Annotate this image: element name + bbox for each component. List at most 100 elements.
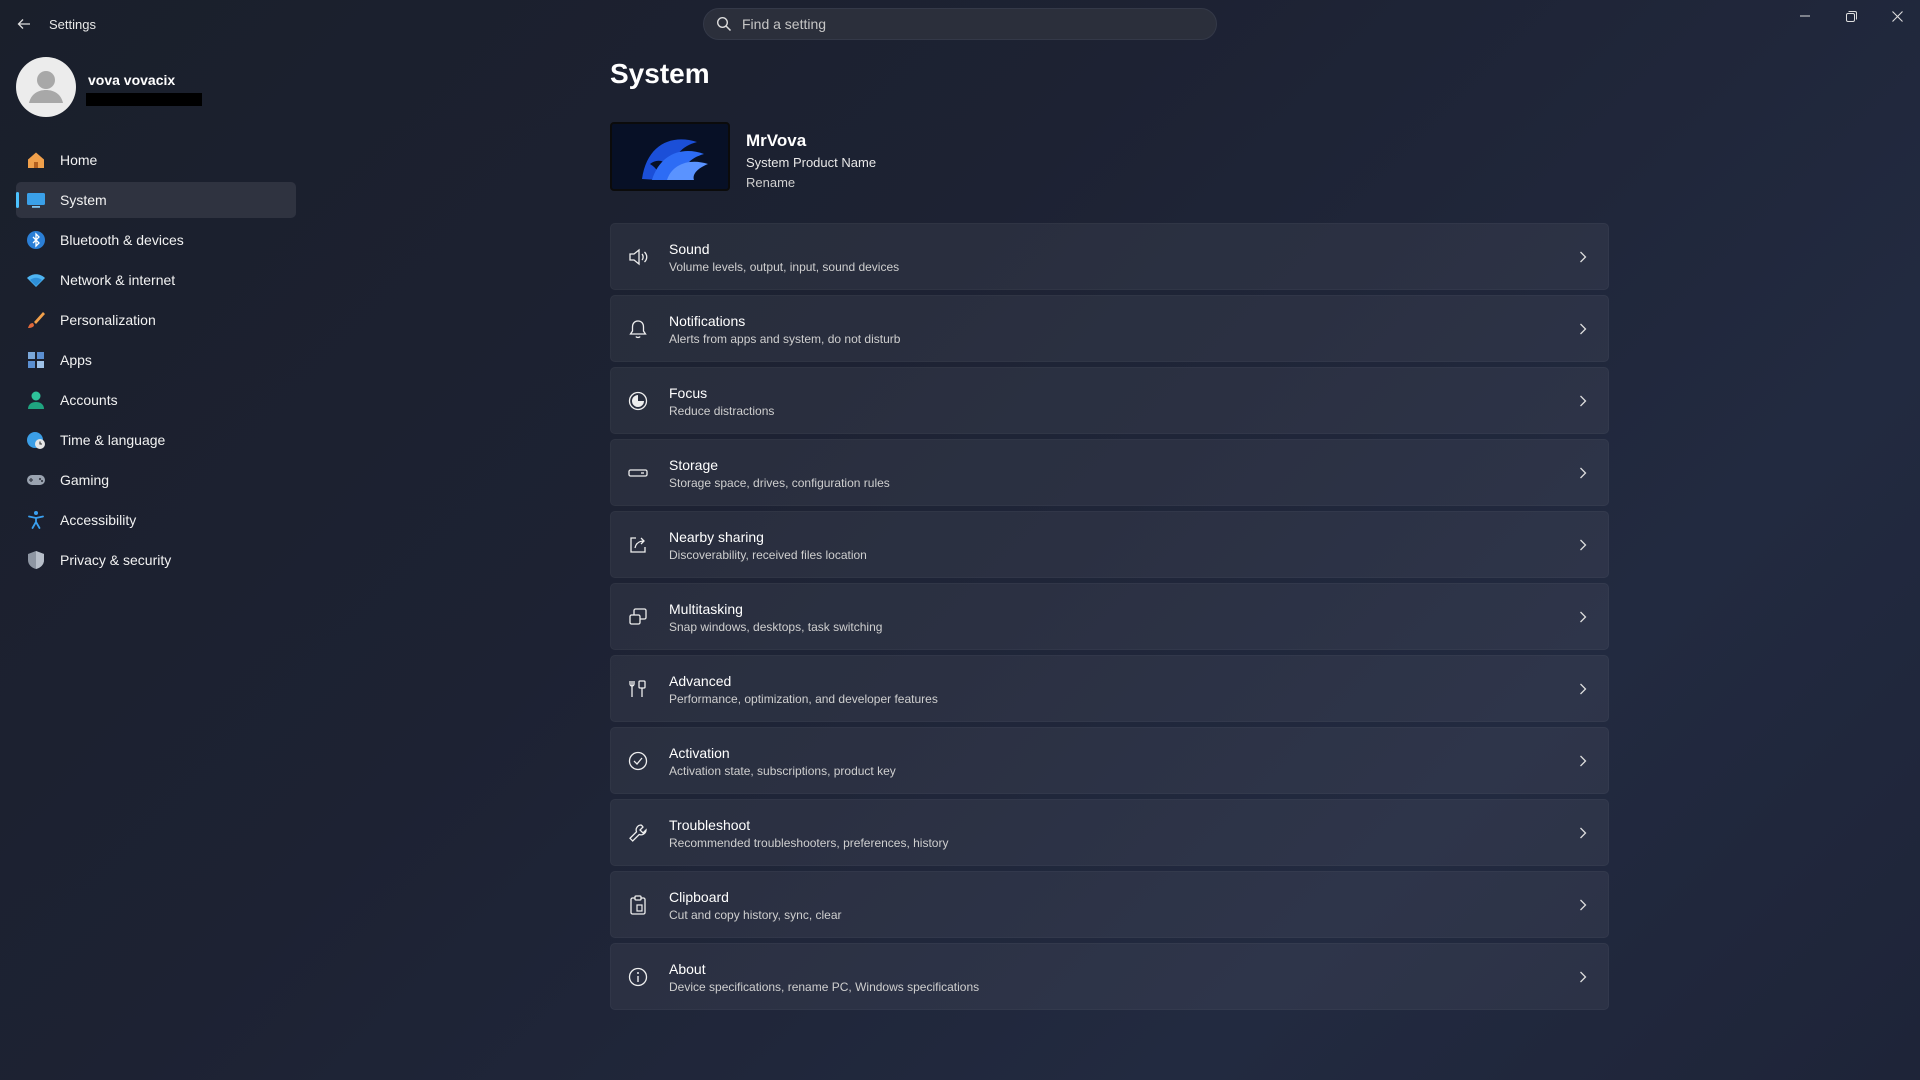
sidebar: Home System Bluetooth & devices Network … [16,142,296,582]
sidebar-item-label: Home [60,152,98,168]
minimize-button[interactable] [1782,0,1828,32]
chevron-right-icon [1576,250,1590,264]
settings-card-focus[interactable]: Focus Reduce distractions [610,367,1609,434]
search-input[interactable] [742,16,1182,32]
chevron-right-icon [1576,754,1590,768]
chevron-right-icon [1576,610,1590,624]
close-button[interactable] [1874,0,1920,32]
sidebar-item-apps[interactable]: Apps [16,342,296,378]
card-subtitle: Storage space, drives, configuration rul… [669,476,890,490]
sidebar-item-label: Privacy & security [60,552,172,568]
sidebar-item-accounts[interactable]: Accounts [16,382,296,418]
card-title: Troubleshoot [669,817,751,833]
chevron-right-icon [1576,466,1590,480]
sidebar-item-label: Personalization [60,312,156,328]
settings-card-clipboard[interactable]: Clipboard Cut and copy history, sync, cl… [610,871,1609,938]
card-subtitle: Discoverability, received files location [669,548,867,562]
home-icon [26,150,46,170]
card-title: About [669,961,706,977]
apps-icon [26,350,46,370]
drive-icon [627,462,649,484]
card-subtitle: Performance, optimization, and developer… [669,692,938,706]
settings-card-troubleshoot[interactable]: Troubleshoot Recommended troubleshooters… [610,799,1609,866]
sidebar-item-personalization[interactable]: Personalization [16,302,296,338]
sidebar-item-label: Gaming [60,472,110,488]
minimize-icon [1800,15,1810,17]
sidebar-item-label: System [60,192,107,208]
user-avatar-icon [29,71,63,103]
sidebar-item-bluetooth[interactable]: Bluetooth & devices [16,222,296,258]
card-subtitle: Volume levels, output, input, sound devi… [669,260,900,274]
chevron-right-icon [1576,970,1590,984]
sidebar-item-time-language[interactable]: Time & language [16,422,296,458]
settings-card-about[interactable]: About Device specifications, rename PC, … [610,943,1609,1010]
device-wallpaper-thumbnail [610,122,730,191]
card-subtitle: Alerts from apps and system, do not dist… [669,332,901,346]
back-button[interactable] [12,12,36,36]
bluetooth-icon [26,230,46,250]
restore-button[interactable] [1828,0,1874,32]
shield-icon [26,550,46,570]
share-icon [627,534,649,556]
sidebar-item-system[interactable]: System [16,182,296,218]
gamepad-icon [26,470,46,490]
sidebar-item-privacy-security[interactable]: Privacy & security [16,542,296,578]
focus-icon [627,390,649,412]
chevron-right-icon [1576,538,1590,552]
title-bar: Settings [0,0,1920,48]
chevron-right-icon [1576,826,1590,840]
back-arrow-icon [17,19,30,29]
settings-card-multitasking[interactable]: Multitasking Snap windows, desktops, tas… [610,583,1609,650]
redacted-email [86,93,202,106]
sidebar-item-accessibility[interactable]: Accessibility [16,502,296,538]
card-subtitle: Activation state, subscriptions, product… [669,764,896,778]
card-subtitle: Device specifications, rename PC, Window… [669,980,980,994]
search-box[interactable] [703,8,1217,40]
settings-card-sound[interactable]: Sound Volume levels, output, input, soun… [610,223,1609,290]
settings-card-storage[interactable]: Storage Storage space, drives, configura… [610,439,1609,506]
device-name: MrVova [746,131,807,150]
card-title: Storage [669,457,719,473]
sidebar-item-gaming[interactable]: Gaming [16,462,296,498]
brush-icon [26,310,46,330]
wrench-icon [627,822,649,844]
rename-link[interactable]: Rename [746,175,795,190]
card-subtitle: Recommended troubleshooters, preferences… [669,836,949,850]
clipboard-icon [627,894,649,916]
card-subtitle: Snap windows, desktops, task switching [669,620,883,634]
sidebar-item-home[interactable]: Home [16,142,296,178]
search-icon [716,16,732,32]
card-title: Activation [669,745,730,761]
chevron-right-icon [1576,394,1590,408]
restore-icon [1845,10,1857,22]
device-product-name: System Product Name [746,155,877,170]
card-title: Advanced [669,673,732,689]
sidebar-item-label: Accounts [60,392,118,408]
sidebar-item-label: Time & language [60,432,166,448]
sidebar-item-network[interactable]: Network & internet [16,262,296,298]
multitask-icon [627,606,649,628]
card-title: Notifications [669,313,746,329]
chevron-right-icon [1576,322,1590,336]
avatar[interactable] [16,57,76,117]
settings-list: Sound Volume levels, output, input, soun… [610,223,1609,1015]
sidebar-item-label: Bluetooth & devices [60,232,184,248]
card-subtitle: Cut and copy history, sync, clear [669,908,842,922]
app-title: Settings [49,17,96,32]
card-title: Focus [669,385,708,401]
sidebar-item-label: Accessibility [60,512,137,528]
settings-card-activation[interactable]: Activation Activation state, subscriptio… [610,727,1609,794]
tools-icon [627,678,649,700]
info-icon [627,966,649,988]
page-title: System [610,58,710,89]
card-title: Multitasking [669,601,743,617]
settings-card-nearby-sharing[interactable]: Nearby sharing Discoverability, received… [610,511,1609,578]
bell-icon [627,318,649,340]
chevron-right-icon [1576,682,1590,696]
profile-name: vova vovacix [88,72,176,88]
card-subtitle: Reduce distractions [669,404,775,418]
settings-card-advanced[interactable]: Advanced Performance, optimization, and … [610,655,1609,722]
accessibility-icon [26,510,46,530]
close-icon [1891,10,1903,22]
settings-card-notifications[interactable]: Notifications Alerts from apps and syste… [610,295,1609,362]
